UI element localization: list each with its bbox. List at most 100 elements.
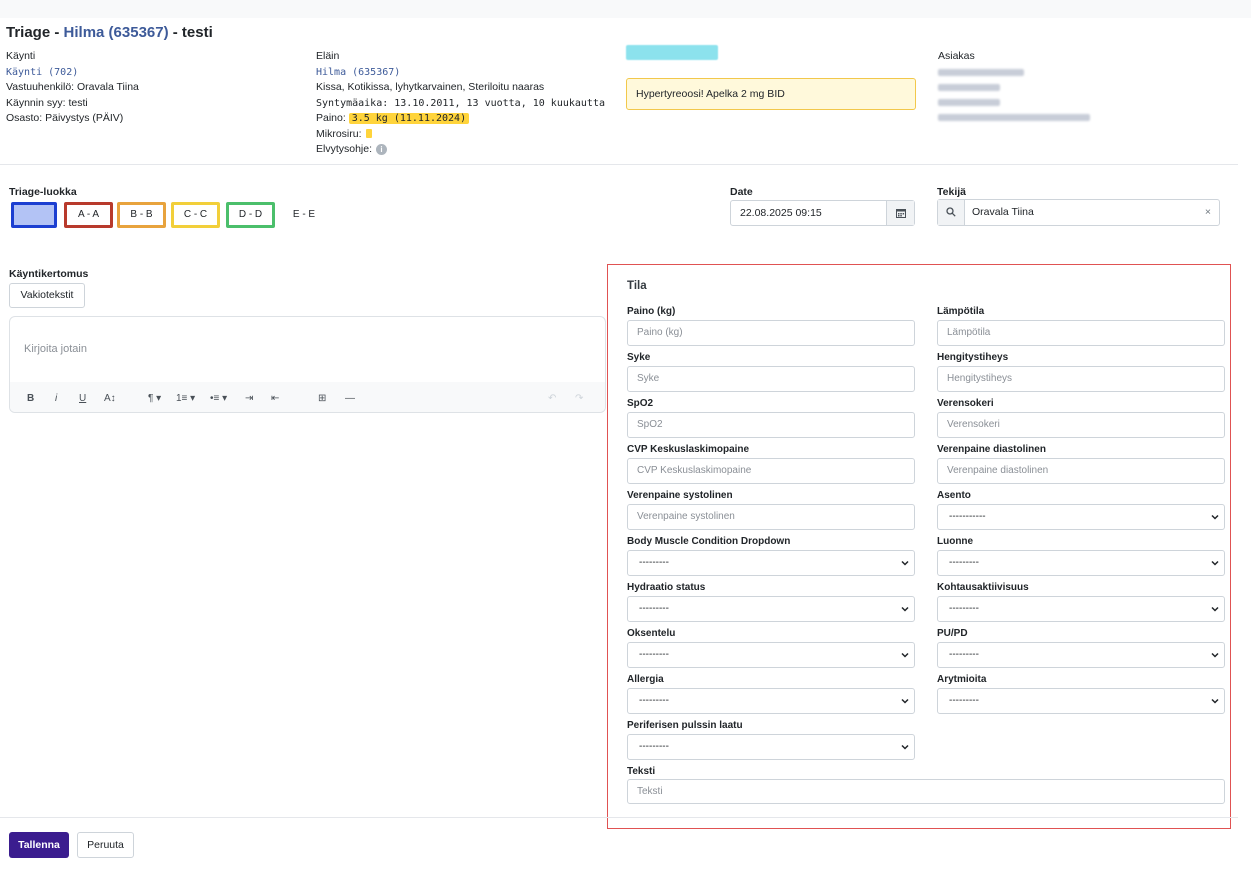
bullet-list-icon[interactable]: •≡ ▾ xyxy=(210,393,227,404)
blood-sugar-input[interactable]: Verensokeri xyxy=(937,412,1225,438)
ordered-list-icon[interactable]: 1≡ ▾ xyxy=(176,393,195,404)
author-input[interactable]: Oravala Tiina × xyxy=(937,199,1220,226)
redo-icon[interactable]: ↷ xyxy=(575,393,583,404)
bold-icon[interactable]: B xyxy=(27,393,34,404)
customer-name-redacted xyxy=(938,68,1024,76)
hydration-select[interactable]: --------- xyxy=(627,596,915,622)
title-prefix: Triage - xyxy=(6,24,64,41)
peripheral-pulse-label: Periferisen pulssin laatu xyxy=(627,720,743,731)
triage-option-b[interactable]: B - B xyxy=(117,202,166,228)
temperament-select[interactable]: --------- xyxy=(937,550,1225,576)
page-title: Triage - Hilma (635367) - testi xyxy=(6,24,213,41)
position-label: Asento xyxy=(937,490,971,501)
triage-option-d[interactable]: D - D xyxy=(226,202,275,228)
date-value: 22.08.2025 09:15 xyxy=(740,207,822,219)
calendar-icon[interactable] xyxy=(886,201,914,225)
animal-heading: Eläin xyxy=(316,50,340,62)
standard-texts-button[interactable]: Vakiotekstit xyxy=(9,283,85,308)
position-select[interactable]: ----------- xyxy=(937,504,1225,530)
animal-microchip: Mikrosiru: xyxy=(316,127,605,143)
outdent-icon[interactable]: ⇤ xyxy=(271,393,279,404)
customer-email-redacted xyxy=(938,113,1090,121)
editor-toolbar: B i U A↕ ¶ ▾ 1≡ ▾ •≡ ▾ ⇥ ⇤ ⊞ — ↶ ↷ xyxy=(10,382,605,412)
temperament-label: Luonne xyxy=(937,536,974,547)
vomiting-label: Oksentelu xyxy=(627,628,676,639)
weight-label: Paino (kg) xyxy=(627,306,676,317)
text-label: Teksti xyxy=(627,766,656,777)
author-value: Oravala Tiina xyxy=(972,206,1034,218)
visit-heading: Käynti xyxy=(6,50,36,62)
horizontal-rule-icon[interactable]: — xyxy=(345,393,355,404)
cancel-button[interactable]: Peruuta xyxy=(77,832,134,858)
weight-input[interactable]: Paino (kg) xyxy=(627,320,915,346)
font-size-icon[interactable]: A↕ xyxy=(104,393,116,404)
customer-phone2-redacted xyxy=(938,98,1000,106)
bp-systolic-input[interactable]: Verenpaine systolinen xyxy=(627,504,915,530)
header-divider xyxy=(0,164,1238,165)
footer-divider xyxy=(0,817,1238,818)
cvp-input[interactable]: CVP Keskuslaskimopaine xyxy=(627,458,915,484)
clear-icon[interactable]: × xyxy=(1205,200,1211,224)
chevron-down-icon xyxy=(1211,606,1219,612)
text-area[interactable]: Teksti xyxy=(627,779,1225,804)
animal-resuscitation: Elvytysohje: i xyxy=(316,142,605,158)
allergy-select[interactable]: --------- xyxy=(627,688,915,714)
triage-option-c[interactable]: C - C xyxy=(171,202,220,228)
pupd-label: PU/PD xyxy=(937,628,968,639)
arrhythmias-select[interactable]: --------- xyxy=(937,688,1225,714)
triage-option-a[interactable]: A - A xyxy=(64,202,113,228)
arrhythmias-label: Arytmioita xyxy=(937,674,987,685)
chevron-down-icon xyxy=(1211,514,1219,520)
table-icon[interactable]: ⊞ xyxy=(318,393,326,404)
peripheral-pulse-select[interactable]: --------- xyxy=(627,734,915,760)
italic-icon[interactable]: i xyxy=(55,393,57,404)
rich-text-editor[interactable]: Kirjoita jotain B i U A↕ ¶ ▾ 1≡ ▾ •≡ ▾ ⇥… xyxy=(9,316,606,413)
animal-description: Kissa, Kotikissa, lyhytkarvainen, Steril… xyxy=(316,81,545,93)
undo-icon[interactable]: ↶ xyxy=(548,393,556,404)
resp-rate-label: Hengitystiheys xyxy=(937,352,1009,363)
title-animal-link[interactable]: Hilma (635367) xyxy=(64,24,169,41)
triage-option-selected[interactable] xyxy=(11,202,57,228)
spo2-label: SpO2 xyxy=(627,398,654,409)
report-label: Käyntikertomus xyxy=(9,268,89,280)
visit-department: Osasto: Päivystys (PÄIV) xyxy=(6,112,124,124)
hydration-label: Hydraatio status xyxy=(627,582,706,593)
indent-icon[interactable]: ⇥ xyxy=(245,393,253,404)
underline-icon[interactable]: U xyxy=(79,393,86,404)
cvp-label: CVP Keskuslaskimopaine xyxy=(627,444,750,455)
date-label: Date xyxy=(730,186,753,198)
customer-info: Asiakas xyxy=(938,49,1118,129)
triage-option-e[interactable]: E - E xyxy=(281,202,327,228)
temperature-input[interactable]: Lämpötila xyxy=(937,320,1225,346)
animal-weight: Paino: 3.5 kg (11.11.2024) xyxy=(316,111,605,127)
chevron-down-icon xyxy=(901,606,909,612)
reception-activity-select[interactable]: --------- xyxy=(937,596,1225,622)
visit-link[interactable]: Käynti (702) xyxy=(6,65,139,81)
title-suffix: - testi xyxy=(168,24,213,41)
visit-responsible: Vastuuhenkilö: Oravala Tiina xyxy=(6,81,139,93)
microchip-icon xyxy=(365,129,372,139)
author-label: Tekijä xyxy=(937,186,966,198)
resp-rate-input[interactable]: Hengitystiheys xyxy=(937,366,1225,392)
pupd-select[interactable]: --------- xyxy=(937,642,1225,668)
spo2-input[interactable]: SpO2 xyxy=(627,412,915,438)
paragraph-icon[interactable]: ¶ ▾ xyxy=(148,393,161,404)
visit-reason: Käynnin syy: testi xyxy=(6,96,88,109)
date-input[interactable]: 22.08.2025 09:15 xyxy=(730,200,915,226)
blood-sugar-label: Verensokeri xyxy=(937,398,994,409)
bp-diastolic-input[interactable]: Verenpaine diastolinen xyxy=(937,458,1225,484)
chevron-down-icon xyxy=(1211,698,1219,704)
chevron-down-icon xyxy=(1211,652,1219,658)
pulse-input[interactable]: Syke xyxy=(627,366,915,392)
chevron-down-icon xyxy=(901,698,909,704)
vomiting-select[interactable]: --------- xyxy=(627,642,915,668)
chevron-down-icon xyxy=(901,744,909,750)
save-button[interactable]: Tallenna xyxy=(9,832,69,858)
pulse-label: Syke xyxy=(627,352,651,363)
info-icon[interactable]: i xyxy=(376,143,388,155)
editor-placeholder: Kirjoita jotain xyxy=(24,343,87,355)
animal-link[interactable]: Hilma (635367) xyxy=(316,65,605,81)
customer-heading: Asiakas xyxy=(938,50,975,62)
reception-activity-label: Kohtausaktiivisuus xyxy=(937,582,1029,593)
body-muscle-select[interactable]: --------- xyxy=(627,550,915,576)
